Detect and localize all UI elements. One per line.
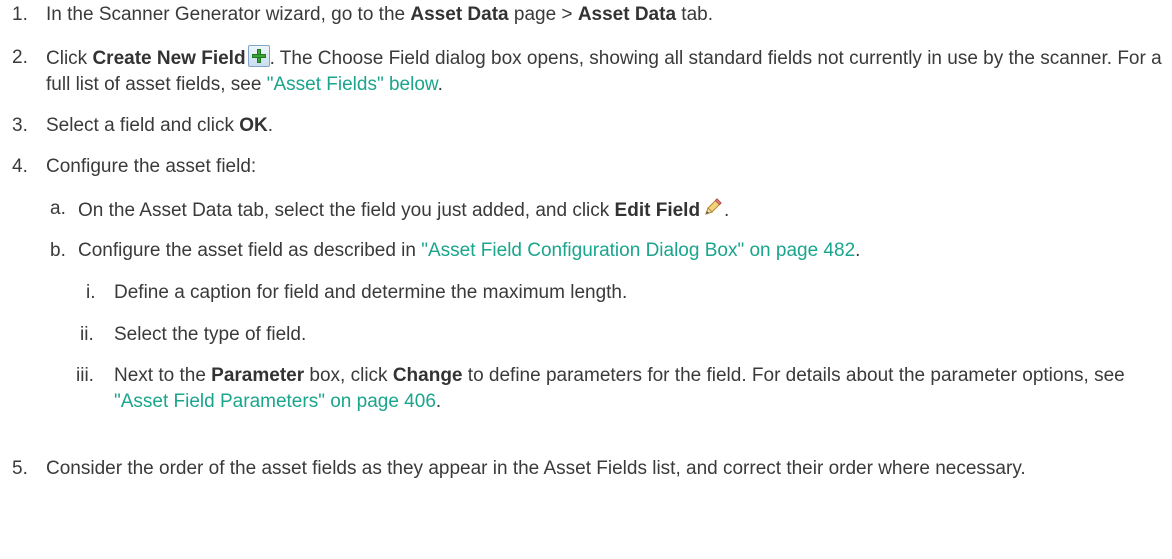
text-run: Configure the asset field as described i… [78, 240, 422, 261]
step-text: In the Scanner Generator wizard, go to t… [46, 2, 1166, 28]
text-run: . [437, 74, 443, 95]
step-text: Consider the order of the asset fields a… [46, 456, 1166, 482]
plus-icon [247, 45, 270, 67]
step-text: Configure the asset field: [46, 154, 1166, 180]
list-marker: a. [50, 198, 66, 219]
ui-term: Create New Field [92, 48, 246, 69]
text-run: tab. [676, 4, 714, 25]
list-marker: 3. [12, 115, 28, 136]
pencil-icon [702, 196, 724, 218]
text-run: box, click [304, 365, 393, 386]
cross-reference-link[interactable]: "Asset Field Configuration Dialog Box" o… [421, 240, 855, 261]
ui-term: Change [392, 365, 463, 386]
list-marker: 5. [12, 458, 28, 479]
list-marker: ii. [80, 324, 94, 345]
step-text: Select the type of field. [114, 322, 1166, 348]
text-run: page > [508, 4, 578, 25]
step-text: Configure the asset field as described i… [78, 238, 1166, 264]
text-run: On the Asset Data tab, select the field … [78, 200, 615, 221]
text-run: In the Scanner Generator wizard, go to t… [46, 4, 411, 25]
text-run: Select a field and click [46, 115, 240, 136]
list-marker: b. [50, 240, 66, 261]
text-run: . [855, 240, 861, 261]
cross-reference-link[interactable]: "Asset Fields" below [267, 74, 438, 95]
step-text: On the Asset Data tab, select the field … [78, 196, 1166, 224]
text-run: . [724, 200, 730, 221]
list-marker: 2. [12, 47, 28, 68]
ui-term: Parameter [211, 365, 305, 386]
text-run: Select the type of field. [114, 324, 307, 345]
text-run: to define parameters for the field. For … [462, 365, 1125, 386]
cross-reference-link[interactable]: "Asset Field Parameters" on page 406 [114, 391, 436, 412]
step-text: Next to the Parameter box, click Change … [114, 363, 1166, 415]
step-text: Define a caption for field and determine… [114, 280, 1166, 306]
list-marker: i. [86, 282, 96, 303]
text-run: . [435, 391, 442, 412]
text-run: Consider the order of the asset fields a… [46, 458, 1026, 479]
text-run: Configure the asset field: [46, 156, 257, 177]
step-text: Click Create New Field. The Choose Field… [46, 45, 1166, 98]
instruction-list: 1. In the Scanner Generator wizard, go to… [0, 0, 1172, 559]
ui-term: Edit Field [614, 200, 701, 221]
list-marker: 4. [12, 156, 28, 177]
ui-term: Asset Data [410, 4, 509, 25]
text-run: Click [46, 48, 93, 69]
text-run: Next to the [114, 365, 212, 386]
ui-term: OK [239, 115, 268, 136]
ui-term: Asset Data [577, 4, 677, 25]
list-marker: 1. [12, 4, 28, 25]
text-run: . [267, 115, 274, 136]
step-text: Select a field and click OK. [46, 113, 1166, 139]
text-run: Define a caption for field and determine… [114, 282, 628, 303]
list-marker: iii. [76, 365, 94, 386]
